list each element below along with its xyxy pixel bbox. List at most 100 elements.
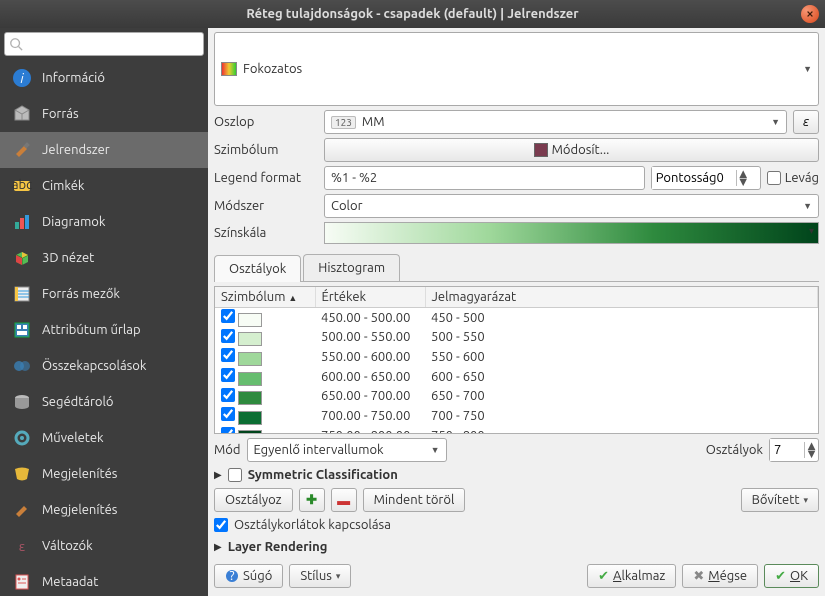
symbol-label: Szimbólum [214,143,318,157]
column-type-badge: 123 [331,116,356,129]
sidebar-item-actions[interactable]: Műveletek [0,420,208,456]
sidebar-item-display1[interactable]: Megjelenítés [0,456,208,492]
sidebar-item-variables[interactable]: εVáltozók [0,528,208,564]
form-icon [12,320,32,340]
help-icon: ? [225,569,239,583]
symmetric-section[interactable]: ▶ Symmetric Classification [214,466,819,484]
triangle-right-icon: ▶ [214,469,222,481]
sidebar-item-label: Információ [42,71,105,85]
renderer-combo[interactable]: Fokozatos ▼ [214,32,819,106]
epsilon-icon: ε [12,536,32,556]
table-row[interactable]: 700.00 - 750.00700 - 750 [215,406,818,426]
ok-button[interactable]: ✔ OK [764,564,819,588]
sidebar-item-diagrams[interactable]: Diagramok [0,204,208,240]
th-legend: Jelmagyarázat [425,287,818,308]
expression-button[interactable]: ε [793,110,819,134]
chevron-down-icon: ▼ [771,117,780,127]
column-combo[interactable]: 123 MM ▼ [324,110,787,134]
spin-arrows[interactable]: ▲▼ [736,170,750,186]
sidebar-item-metadata[interactable]: Metaadat [0,564,208,596]
sidebar-item-attrform[interactable]: Attribútum űrlap [0,312,208,348]
chevron-down-icon: ▼ [803,64,812,74]
classes-table[interactable]: Szimbólum ▲ Értékek Jelmagyarázat 450.00… [214,286,819,434]
sidebar-item-3dview[interactable]: 3D nézet [0,240,208,276]
table-row[interactable]: 600.00 - 650.00600 - 650 [215,367,818,387]
advanced-button[interactable]: Bővített ▾ [741,488,819,512]
sidebar: iInformáció Forrás Jelrendszer abcCimkék… [0,28,208,596]
legend-format-input[interactable] [324,166,645,190]
style-button[interactable]: Stílus ▾ [289,564,351,588]
mode-combo[interactable]: Egyenlő intervallumok ▼ [247,438,447,462]
apply-button[interactable]: ✔ Alkalmaz [587,564,676,588]
row-checkbox[interactable] [221,309,235,323]
row-values: 500.00 - 550.00 [315,328,425,348]
row-checkbox[interactable] [221,329,235,343]
sidebar-item-sourcefields[interactable]: Forrás mezők [0,276,208,312]
layer-rendering-section[interactable]: ▶ Layer Rendering [214,538,819,556]
sidebar-item-info[interactable]: iInformáció [0,60,208,96]
svg-text:ε: ε [19,540,26,554]
content-panel: Fokozatos ▼ Oszlop 123 MM ▼ ε Szimbólum … [208,28,825,596]
colorscale-label: Színskála [214,226,318,240]
method-combo[interactable]: Color ▼ [324,194,819,218]
method-value: Color [331,199,363,213]
row-swatch [238,391,262,405]
spin-arrows[interactable]: ▲▼ [804,442,818,458]
row-checkbox[interactable] [221,348,235,362]
sidebar-item-label: Attribútum űrlap [42,323,141,337]
classify-button[interactable]: Osztályoz [214,488,293,512]
sidebar-item-label: 3D nézet [42,251,94,265]
sidebar-item-label: Összekapcsolások [42,359,146,373]
th-symbol: Szimbólum [221,290,285,304]
remove-class-button[interactable]: ▬ [331,488,357,512]
row-legend: 500 - 550 [425,328,818,348]
add-class-button[interactable]: ✚ [299,488,325,512]
tab-histogram[interactable]: Hisztogram [303,254,400,281]
brush-icon [12,140,32,160]
symmetric-checkbox[interactable] [228,468,242,482]
classes-count-spin[interactable]: ▲▼ [769,438,819,462]
trim-checkbox[interactable] [767,171,781,185]
svg-text:?: ? [229,569,234,583]
sidebar-item-source[interactable]: Forrás [0,96,208,132]
table-row[interactable]: 550.00 - 600.00550 - 600 [215,347,818,367]
precision-value[interactable] [652,167,736,189]
precision-spin[interactable]: ▲▼ [651,166,761,190]
storage-icon [12,392,32,412]
delete-all-button[interactable]: Mindent töröl [363,488,466,512]
cancel-button[interactable]: ✖ Mégse [682,564,758,588]
method-label: Módszer [214,199,318,213]
row-checkbox[interactable] [221,427,235,434]
sidebar-item-auxstorage[interactable]: Segédtároló [0,384,208,420]
close-button[interactable] [801,5,819,23]
table-row[interactable]: 450.00 - 500.00450 - 500 [215,308,818,328]
plus-icon: ✚ [306,493,317,508]
cube-icon [12,248,32,268]
diagrams-icon [12,212,32,232]
table-row[interactable]: 750.00 - 800.00750 - 800 [215,426,818,434]
classes-count-value[interactable] [770,439,804,461]
search-icon [9,37,23,51]
row-checkbox[interactable] [221,368,235,382]
sidebar-item-labels[interactable]: abcCimkék [0,168,208,204]
row-swatch [238,313,262,327]
metadata-icon [12,572,32,592]
sidebar-item-display2[interactable]: Megjelenítés [0,492,208,528]
color-ramp-combo[interactable] [324,222,819,244]
symbol-change-label: Módosít... [552,143,610,157]
sidebar-item-joins[interactable]: Összekapcsolások [0,348,208,384]
chevron-down-icon: ▼ [431,445,440,455]
graduated-icon [221,62,237,76]
tab-classes[interactable]: Osztályok [214,255,301,282]
symbol-change-button[interactable]: Módosít... [324,138,819,162]
link-boundaries-label: Osztálykorlátok kapcsolása [234,518,391,532]
row-checkbox[interactable] [221,388,235,402]
search-input[interactable] [4,32,204,56]
row-swatch [238,352,262,366]
sidebar-item-symbology[interactable]: Jelrendszer [0,132,208,168]
table-row[interactable]: 500.00 - 550.00500 - 550 [215,328,818,348]
help-button[interactable]: ? Súgó [214,564,283,588]
link-boundaries-checkbox[interactable] [214,518,228,532]
row-checkbox[interactable] [221,407,235,421]
table-row[interactable]: 650.00 - 700.00650 - 700 [215,387,818,407]
